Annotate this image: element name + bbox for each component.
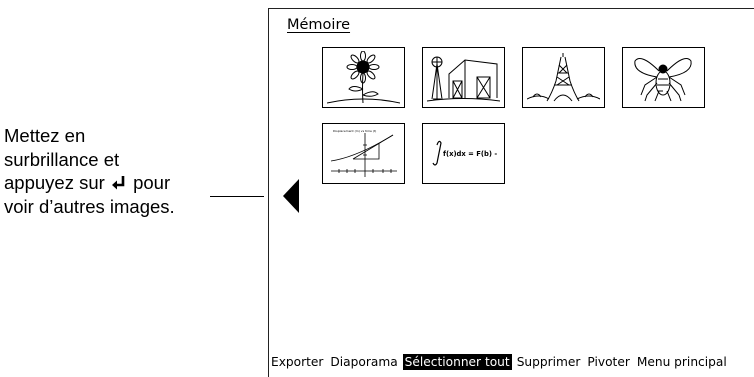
menu-slideshow[interactable]: Diaporama (328, 354, 399, 370)
sunflower-image (327, 51, 400, 104)
menu-main-menu[interactable]: Menu principal (635, 354, 729, 370)
memory-screen: Mémoire Displacement (m) vs time (t) f(x… (268, 8, 754, 377)
integral-formula-text: f(x)dx = F(b) - F(a) (443, 150, 500, 158)
instruction-callout: Mettez en surbrillance et appuyez sur po… (4, 124, 244, 218)
thumbnail-eiffel-tower[interactable] (522, 47, 605, 108)
callout-line-4: voir d’autres images. (4, 195, 175, 217)
callout-line-2: surbrillance et (4, 148, 120, 170)
fly-image (634, 58, 692, 102)
section-title: Mémoire (287, 17, 351, 33)
thumbnail-integral-formula[interactable]: f(x)dx = F(b) - F(a) (422, 123, 505, 184)
menu-delete[interactable]: Supprimer (515, 354, 583, 370)
eiffel-tower-image (527, 53, 600, 102)
enter-return-icon (111, 176, 125, 190)
triangle-left-icon[interactable] (283, 179, 299, 213)
thumbnail-fly[interactable] (622, 47, 705, 108)
callout-leader-line (210, 196, 264, 197)
barn-windmill-image (427, 56, 500, 102)
menu-rotate[interactable]: Pivoter (585, 354, 631, 370)
thumbnail-sunflower[interactable] (322, 47, 405, 108)
menu-select-all[interactable]: Sélectionner tout (402, 354, 512, 370)
thumbnail-barn[interactable] (422, 47, 505, 108)
callout-line-1: Mettez en (4, 125, 86, 146)
callout-line-3-start: appuyez sur (4, 172, 110, 193)
graph-caption: Displacement (m) vs time (t) (333, 129, 376, 133)
thumbnail-graph[interactable]: Displacement (m) vs time (t) (322, 123, 405, 184)
bottom-menu-bar: Exporter Diaporama Sélectionner tout Sup… (269, 351, 732, 373)
menu-export[interactable]: Exporter (269, 354, 325, 370)
callout-line-3-end: pour (127, 172, 171, 193)
graph-image: Displacement (m) vs time (t) (330, 129, 397, 177)
integral-formula-image: f(x)dx = F(b) - F(a) (432, 140, 500, 166)
callout-line-3: appuyez sur pour (4, 171, 244, 195)
